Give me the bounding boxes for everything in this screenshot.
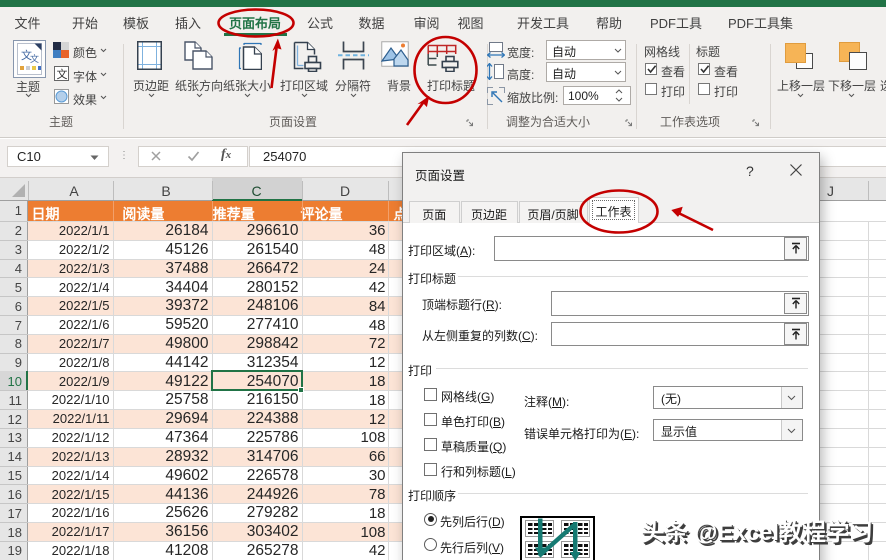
svg-text:文: 文 [57,67,68,81]
svg-text:文: 文 [30,53,39,64]
